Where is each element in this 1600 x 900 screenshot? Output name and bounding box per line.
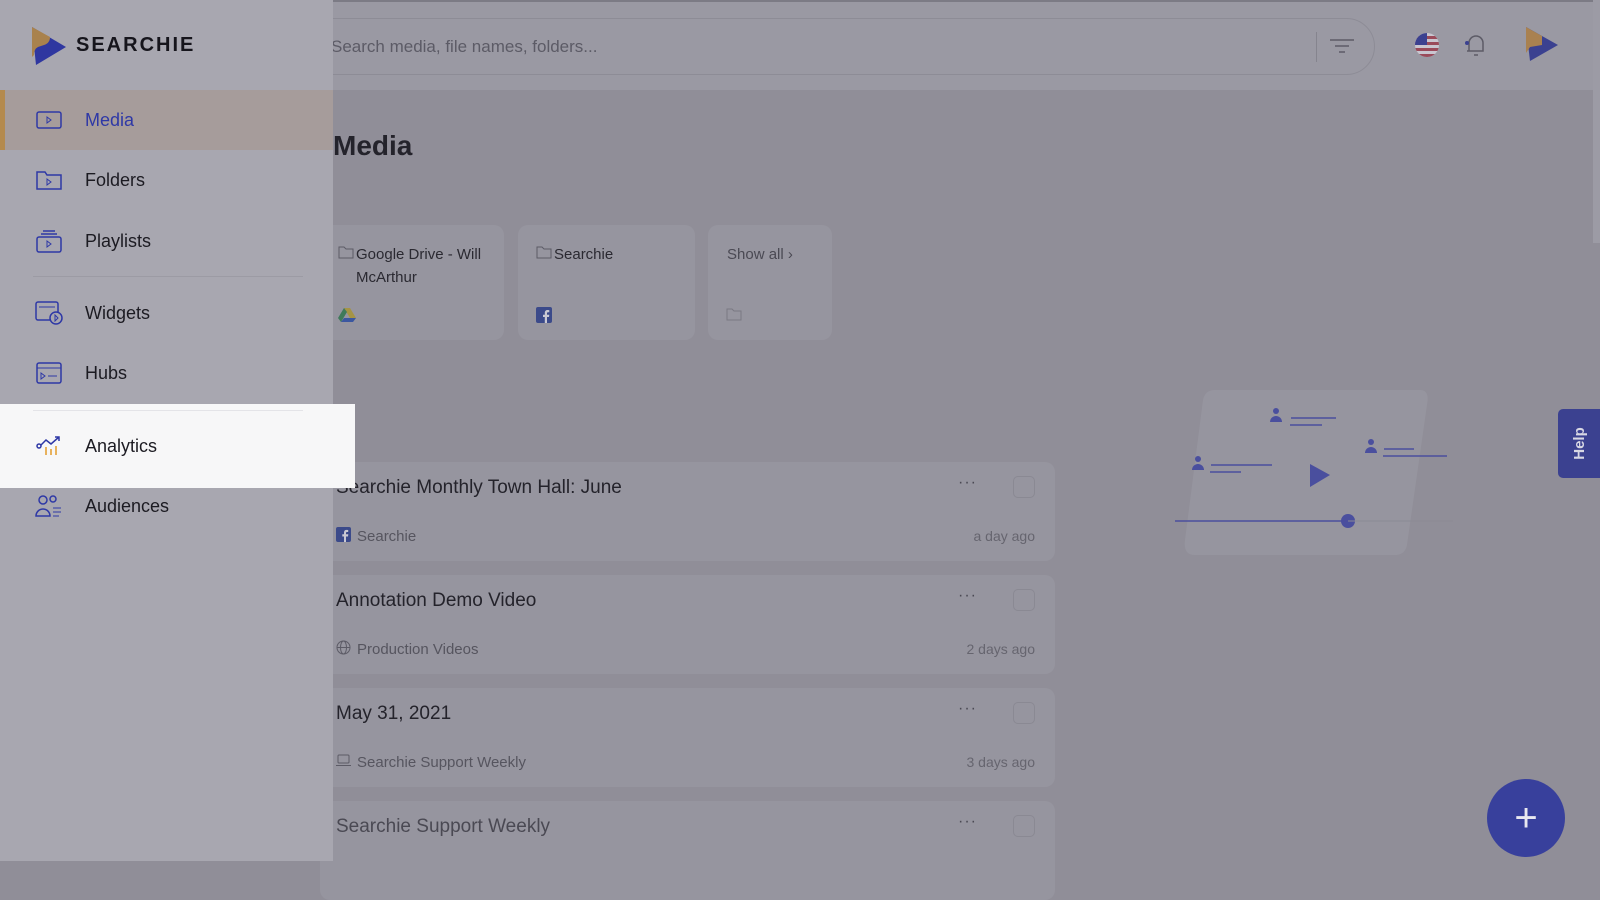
media-timestamp: a day ago xyxy=(973,528,1036,544)
filter-icon[interactable] xyxy=(1329,36,1355,61)
sidebar-item-hubs[interactable]: Hubs xyxy=(0,343,333,403)
media-source: Searchie Support Weekly xyxy=(336,753,526,772)
media-title[interactable]: May 31, 2021 xyxy=(336,703,451,725)
media-list-item[interactable]: May 31, 2021 ··· Searchie Support Weekly… xyxy=(320,688,1055,787)
playlist-icon xyxy=(34,228,64,254)
notification-bell-icon[interactable] xyxy=(1464,32,1488,63)
media-list-item[interactable]: Searchie Monthly Town Hall: June ··· Sea… xyxy=(320,462,1055,561)
media-illustration xyxy=(1175,385,1455,557)
hub-icon xyxy=(34,360,64,386)
media-list-item[interactable]: Annotation Demo Video ··· Production Vid… xyxy=(320,575,1055,674)
laptop-icon xyxy=(336,753,351,772)
search-bar[interactable] xyxy=(250,18,1375,75)
globe-icon xyxy=(336,640,351,659)
folder-icon xyxy=(726,307,742,326)
select-checkbox[interactable] xyxy=(1013,815,1035,837)
folder-icon xyxy=(34,167,64,193)
sidebar-item-analytics[interactable]: Analytics xyxy=(0,416,333,476)
add-media-button[interactable]: + xyxy=(1487,779,1565,857)
show-all-folders[interactable]: Show all › xyxy=(708,225,832,340)
select-checkbox[interactable] xyxy=(1013,589,1035,611)
audiences-icon xyxy=(34,493,64,519)
language-flag-icon[interactable] xyxy=(1415,33,1439,62)
more-options-button[interactable]: ··· xyxy=(958,813,977,831)
media-timestamp: 3 days ago xyxy=(966,754,1036,770)
page-title: Media xyxy=(333,130,413,161)
user-avatar[interactable] xyxy=(1522,25,1560,68)
media-icon xyxy=(34,107,64,133)
help-tab[interactable]: Help xyxy=(1558,409,1600,478)
folder-icon xyxy=(536,245,552,264)
media-source: Searchie xyxy=(336,527,416,546)
sidebar-item-media[interactable]: Media xyxy=(0,90,333,150)
search-divider xyxy=(1316,32,1317,62)
more-options-button[interactable]: ··· xyxy=(958,587,977,605)
sidebar-item-folders[interactable]: Folders xyxy=(0,150,333,210)
google-drive-icon xyxy=(338,307,356,328)
media-timestamp: 2 days ago xyxy=(966,641,1036,657)
select-checkbox[interactable] xyxy=(1013,702,1035,724)
more-options-button[interactable]: ··· xyxy=(958,700,977,718)
brand-name: SEARCHIE xyxy=(76,34,196,56)
sidebar-item-widgets[interactable]: Widgets xyxy=(0,283,333,343)
media-list-item[interactable]: Searchie Support Weekly ··· xyxy=(320,801,1055,900)
facebook-icon xyxy=(336,527,351,546)
media-title[interactable]: Searchie Support Weekly xyxy=(336,816,550,838)
sidebar-item-audiences[interactable]: Audiences xyxy=(0,476,333,536)
media-source: Production Videos xyxy=(336,640,478,659)
searchie-logo-icon[interactable] xyxy=(28,25,68,72)
analytics-icon xyxy=(34,433,64,459)
media-title[interactable]: Annotation Demo Video xyxy=(336,590,536,612)
select-checkbox[interactable] xyxy=(1013,476,1035,498)
folder-card[interactable]: Google Drive - Will McArthur xyxy=(320,225,504,340)
sidebar-divider xyxy=(33,410,303,411)
sidebar-divider xyxy=(33,276,303,277)
facebook-icon xyxy=(536,307,552,328)
more-options-button[interactable]: ··· xyxy=(958,474,977,492)
folder-icon xyxy=(338,245,354,264)
help-label: Help xyxy=(1570,427,1588,460)
sidebar-item-playlists[interactable]: Playlists xyxy=(0,211,333,271)
widget-icon xyxy=(34,300,64,326)
search-input[interactable] xyxy=(331,33,1231,61)
scrollbar[interactable] xyxy=(1593,0,1600,243)
folder-card[interactable]: Searchie xyxy=(518,225,695,340)
media-title[interactable]: Searchie Monthly Town Hall: June xyxy=(336,477,622,499)
